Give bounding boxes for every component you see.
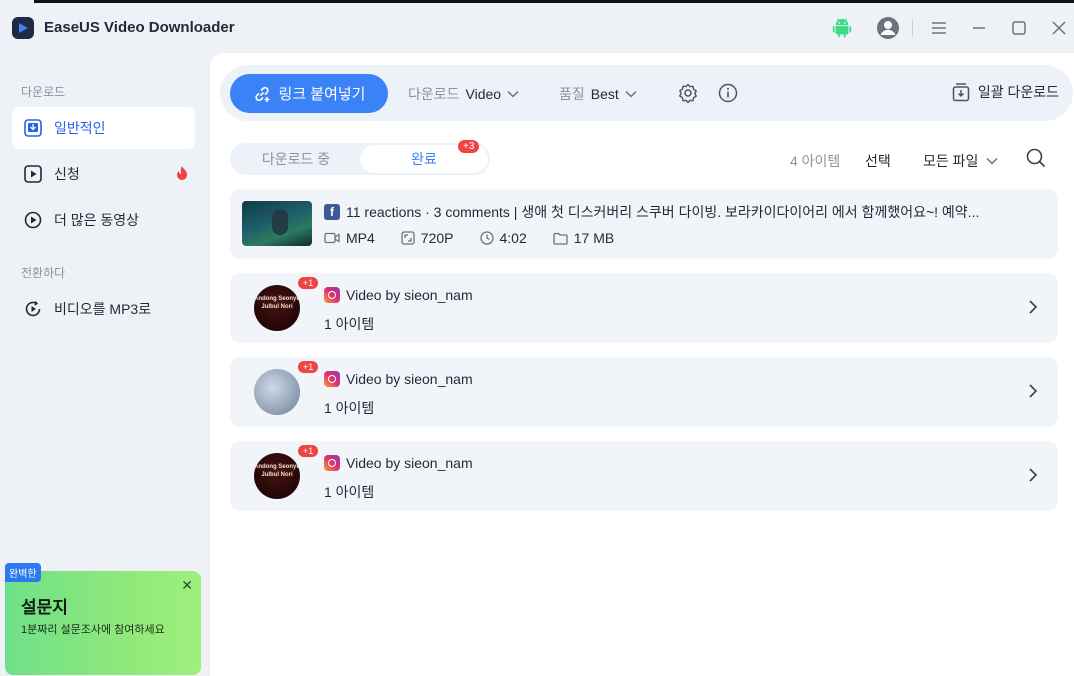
item-count: 4 아이템 (790, 153, 841, 169)
menu-icon[interactable] (926, 15, 952, 41)
group-avatar: Andong Seonyu Julbul Nori (254, 285, 300, 331)
group-title: Video by sieon_nam (324, 287, 473, 303)
group-item-count: 1 아이템 (324, 316, 375, 332)
chevron-down-icon (507, 90, 519, 98)
section-title-download: 다운로드 (21, 85, 66, 99)
video-resolution: 720P (401, 230, 454, 246)
batch-download-button[interactable]: 일괄 다운로드 (952, 82, 1059, 102)
promo-title: 설문지 (21, 598, 68, 617)
android-icon[interactable] (829, 15, 855, 41)
folder-icon (553, 232, 568, 245)
main-panel: 링크 붙여넣기 다운로드 Video 품질 Best 일괄 다운로드 다운로드 … (210, 53, 1074, 676)
promo-badge: 완벽한 (5, 563, 41, 582)
group-count-badge: +1 (298, 445, 319, 457)
close-icon[interactable] (1046, 15, 1072, 41)
completed-count-badge: +3 (458, 140, 480, 153)
chevron-down-icon (986, 157, 998, 165)
sidebar-item-label: 일반적인 (54, 120, 106, 136)
sidebar-item-label: 비디오를 MP3로 (54, 301, 152, 317)
chevron-right-icon[interactable] (1028, 299, 1038, 315)
link-plus-icon (254, 86, 270, 102)
titlebar-separator (912, 19, 913, 37)
facebook-icon: f (324, 204, 340, 220)
instagram-icon (324, 371, 340, 387)
play-square-icon (24, 165, 42, 183)
group-count-badge: +1 (298, 277, 319, 289)
chevron-right-icon[interactable] (1028, 467, 1038, 483)
tab-downloading[interactable]: 다운로드 중 (232, 145, 360, 173)
video-duration: 4:02 (479, 230, 527, 246)
file-filter-dropdown[interactable]: 모든 파일 (923, 151, 998, 171)
video-size: 17 MB (553, 230, 614, 246)
download-type-value: Video (465, 86, 502, 102)
video-meta: MP4 720P 4:02 17 MB (324, 230, 640, 246)
paste-link-button[interactable]: 링크 붙여넣기 (230, 74, 388, 113)
file-filter-label: 모든 파일 (923, 153, 979, 169)
sidebar-item-label: 더 많은 동영상 (54, 212, 140, 228)
sidebar-item-video-to-mp3[interactable]: 비디오를 MP3로 (12, 288, 195, 330)
group-title: Video by sieon_nam (324, 371, 473, 387)
video-format: MP4 (324, 230, 375, 246)
group-item-count: 1 아이템 (324, 484, 375, 500)
download-box-icon (24, 119, 42, 137)
video-card[interactable]: f 11 reactions · 3 comments | 생애 첫 디스커버리… (230, 189, 1058, 259)
quality-dropdown[interactable]: 품질 Best (559, 84, 637, 104)
chevron-down-icon (625, 90, 637, 98)
play-circle-icon (24, 211, 42, 229)
sidebar-item-label: 신청 (54, 166, 80, 182)
clock-icon (479, 231, 494, 245)
instagram-icon (324, 287, 340, 303)
group-count-badge: +1 (298, 361, 319, 373)
group-title: Video by sieon_nam (324, 455, 473, 471)
fire-icon (175, 165, 189, 184)
section-title-convert: 전환하다 (21, 266, 66, 280)
app-title: EaseUS Video Downloader (44, 19, 235, 36)
group-item-count: 1 아이템 (324, 400, 375, 416)
chevron-right-icon[interactable] (1028, 383, 1038, 399)
video-camera-icon (324, 232, 340, 244)
download-type-dropdown[interactable]: 다운로드 Video (408, 84, 519, 104)
paste-link-label: 링크 붙여넣기 (278, 86, 366, 103)
account-icon[interactable] (875, 15, 901, 41)
app-logo-icon (12, 17, 34, 39)
instagram-group-card[interactable]: +1 Video by sieon_nam 1 아이템 (230, 357, 1058, 427)
download-type-prefix: 다운로드 (408, 86, 460, 102)
quality-value: Best (590, 86, 619, 102)
search-icon[interactable] (1026, 148, 1046, 173)
video-title-text: 11 reactions · 3 comments | 생애 첫 디스커버리 스… (346, 204, 980, 220)
sidebar-item-more-videos[interactable]: 더 많은 동영상 (12, 199, 195, 241)
instagram-group-card[interactable]: Andong Seonyu Julbul Nori +1 Video by si… (230, 441, 1058, 511)
title-bar: EaseUS Video Downloader (0, 3, 1074, 53)
resolution-icon (401, 231, 415, 245)
instagram-group-card[interactable]: Andong Seonyu Julbul Nori +1 Video by si… (230, 273, 1058, 343)
batch-download-icon (952, 83, 970, 102)
settings-gear-icon[interactable] (676, 81, 700, 105)
instagram-icon (324, 455, 340, 471)
select-button[interactable]: 선택 (865, 151, 891, 171)
toolbar: 링크 붙여넣기 다운로드 Video 품질 Best 일괄 다운로드 (220, 65, 1073, 121)
download-status-tabs: 다운로드 중 완료 +3 (230, 140, 490, 175)
convert-icon (24, 300, 42, 318)
promo-close-icon[interactable]: ✕ (181, 577, 193, 594)
video-title: f 11 reactions · 3 comments | 생애 첫 디스커버리… (324, 202, 1044, 222)
group-avatar (254, 369, 300, 415)
quality-prefix: 품질 (559, 86, 585, 102)
maximize-icon[interactable] (1006, 15, 1032, 41)
video-thumbnail (242, 201, 312, 246)
promo-text: 1분짜리 설문조사에 참여하세요 (21, 624, 165, 636)
batch-download-label: 일괄 다운로드 (977, 84, 1059, 100)
info-icon[interactable] (716, 81, 740, 105)
survey-promo-card[interactable]: 완벽한 설문지 1분짜리 설문조사에 참여하세요 ✕ (5, 563, 201, 675)
minimize-icon[interactable] (966, 15, 992, 41)
group-avatar: Andong Seonyu Julbul Nori (254, 453, 300, 499)
sidebar-item-apply[interactable]: 신청 (12, 153, 195, 195)
sidebar-item-general[interactable]: 일반적인 (12, 107, 195, 149)
